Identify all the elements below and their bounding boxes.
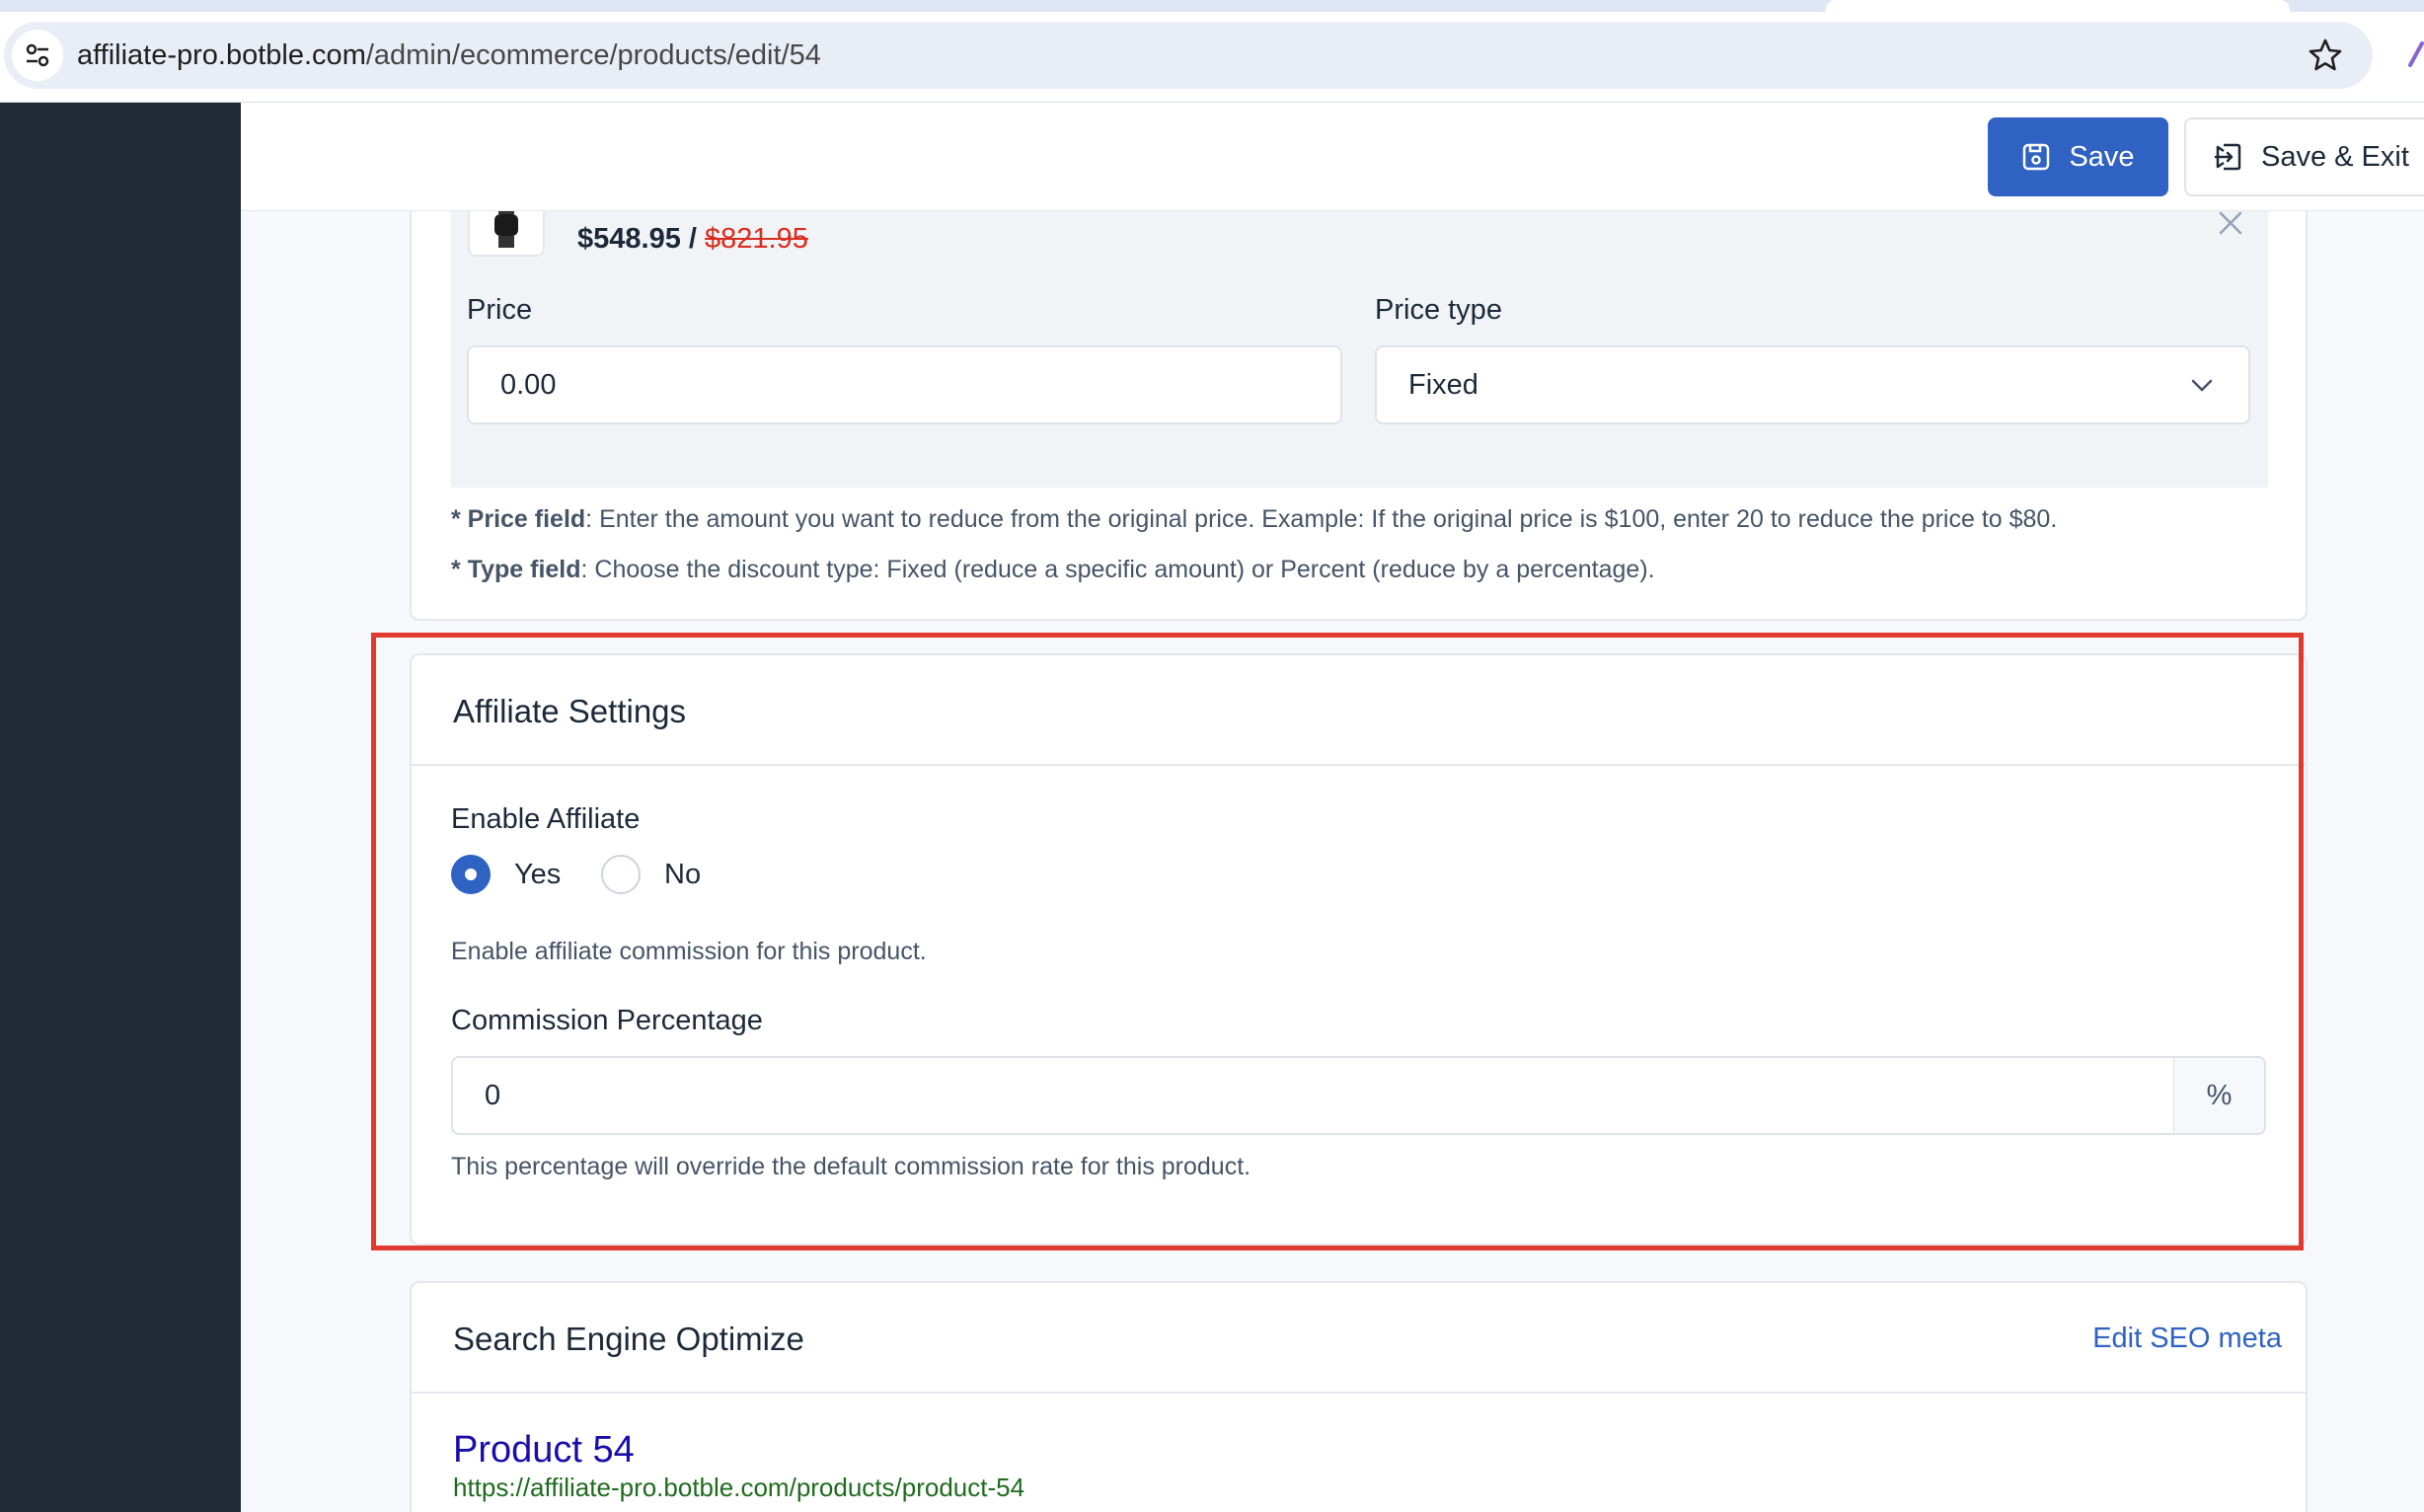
save-icon bbox=[2023, 143, 2050, 171]
save-button[interactable]: Save bbox=[1988, 117, 2168, 196]
enable-affiliate-no-label[interactable]: No bbox=[664, 859, 701, 891]
enable-affiliate-help: Enable affiliate commission for this pro… bbox=[451, 938, 927, 965]
edit-seo-meta-link[interactable]: Edit SEO meta bbox=[2092, 1323, 2282, 1355]
seo-card: Search Engine Optimize Edit SEO meta Pro… bbox=[410, 1281, 2308, 1512]
price-type-value: Fixed bbox=[1408, 368, 1478, 401]
save-exit-button[interactable]: Save & Exit bbox=[2184, 117, 2424, 196]
enable-affiliate-yes-label[interactable]: Yes bbox=[514, 859, 561, 891]
price-label: Price bbox=[467, 294, 533, 326]
percent-addon: % bbox=[2174, 1056, 2266, 1135]
chevron-down-icon bbox=[2191, 379, 2213, 392]
affiliate-card-header: Affiliate Settings bbox=[412, 655, 2306, 766]
type-field-help-text: : Choose the discount type: Fixed (reduc… bbox=[580, 556, 1655, 583]
price-input-value: 0.00 bbox=[500, 368, 557, 401]
address-bar[interactable]: affiliate-pro.botble.com/admin/ecommerce… bbox=[4, 22, 2373, 89]
type-field-help-bold: * Type field bbox=[451, 556, 581, 583]
enable-affiliate-no-radio[interactable] bbox=[601, 855, 641, 894]
enable-affiliate-yes-radio[interactable] bbox=[451, 855, 491, 894]
price-field-help: * Price field: Enter the amount you want… bbox=[451, 505, 2057, 534]
browser-active-tab[interactable] bbox=[1826, 0, 2290, 12]
product-price-line: $548.95 / $821.95 bbox=[577, 223, 808, 256]
save-button-label: Save bbox=[2069, 140, 2135, 173]
extension-icon[interactable] bbox=[2406, 39, 2424, 69]
price-type-label: Price type bbox=[1375, 294, 1502, 326]
original-price: $821.95 bbox=[705, 223, 808, 255]
url-path: /admin/ecommerce/products/edit/54 bbox=[365, 39, 821, 71]
commission-percentage-label: Commission Percentage bbox=[451, 1005, 763, 1036]
site-settings-button[interactable] bbox=[12, 30, 63, 81]
url-host: affiliate-pro.botble.com bbox=[77, 39, 366, 71]
affiliate-card-title: Affiliate Settings bbox=[453, 693, 687, 729]
tune-icon bbox=[26, 43, 49, 67]
close-icon[interactable] bbox=[2215, 207, 2246, 239]
price-field-help-bold: * Price field bbox=[451, 505, 586, 533]
enable-affiliate-label: Enable Affiliate bbox=[451, 803, 641, 835]
price-field-help-text: : Enter the amount you want to reduce fr… bbox=[585, 505, 2058, 533]
price-input[interactable]: 0.00 bbox=[467, 345, 1342, 424]
price-separator: / bbox=[688, 223, 697, 255]
type-field-help: * Type field: Choose the discount type: … bbox=[451, 556, 1655, 584]
seo-card-header: Search Engine Optimize Edit SEO meta bbox=[412, 1283, 2306, 1394]
exit-icon bbox=[2214, 143, 2241, 171]
save-exit-button-label: Save & Exit bbox=[2261, 140, 2409, 173]
address-url[interactable]: affiliate-pro.botble.com/admin/ecommerce… bbox=[77, 39, 821, 72]
commission-percentage-input[interactable]: 0 bbox=[451, 1056, 2175, 1135]
price-type-select[interactable]: Fixed bbox=[1375, 345, 2250, 424]
seo-preview-title: Product 54 bbox=[453, 1429, 635, 1471]
seo-preview-url: https://affiliate-pro.botble.com/product… bbox=[453, 1473, 1025, 1502]
admin-sidebar bbox=[0, 103, 241, 1512]
star-icon[interactable] bbox=[2306, 36, 2345, 75]
seo-card-title: Search Engine Optimize bbox=[453, 1321, 804, 1357]
sale-price: $548.95 bbox=[577, 223, 681, 255]
commission-percentage-value: 0 bbox=[485, 1079, 501, 1111]
commission-help: This percentage will override the defaul… bbox=[451, 1153, 1251, 1180]
browser-tab-strip bbox=[0, 0, 2424, 12]
